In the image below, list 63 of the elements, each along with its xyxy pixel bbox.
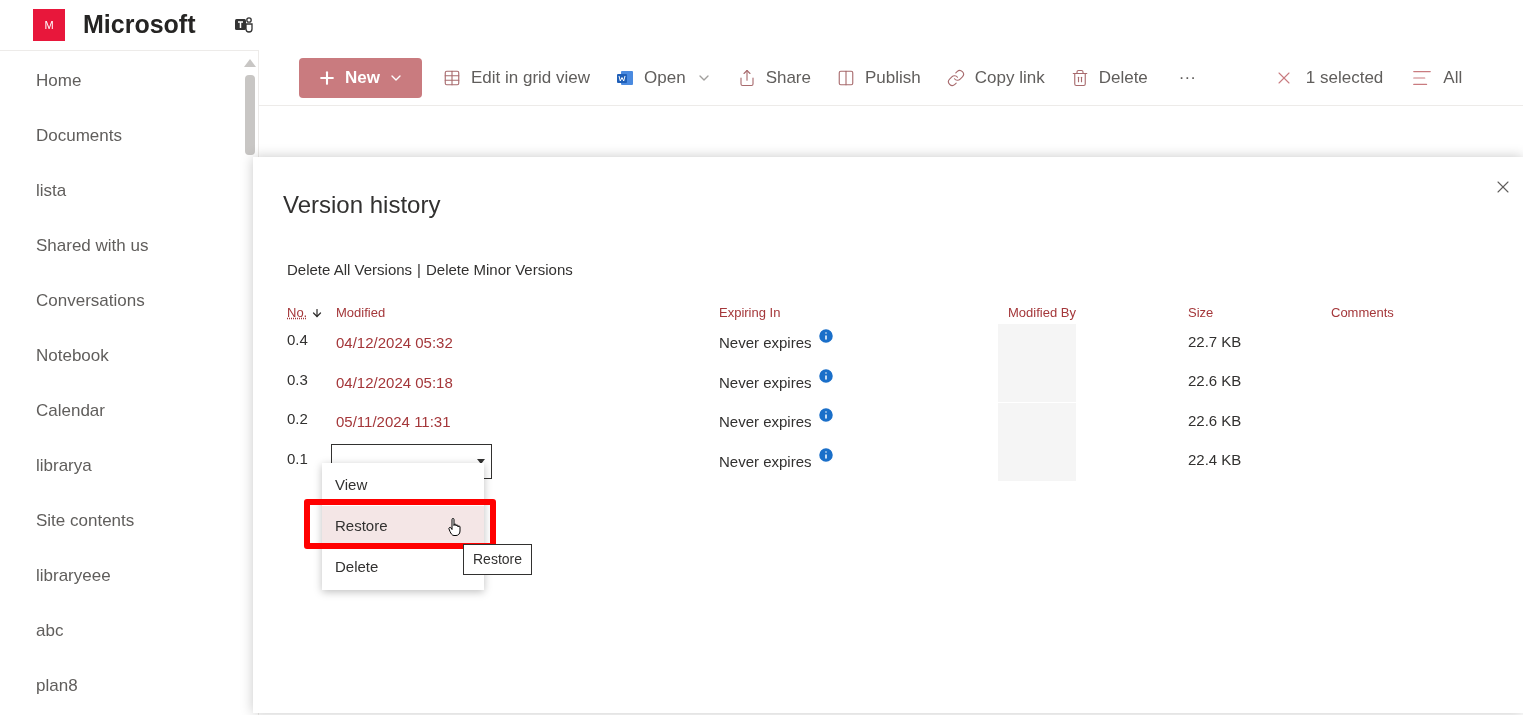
trash-icon bbox=[1070, 68, 1089, 87]
publish-button[interactable]: Publish bbox=[824, 57, 934, 98]
separator: | bbox=[417, 260, 421, 280]
grid-button[interactable]: Edit in grid view bbox=[429, 57, 604, 98]
sort-arrow-icon bbox=[311, 306, 324, 319]
version-date-link[interactable]: 04/12/2024 05:32 bbox=[336, 334, 453, 351]
nav-link[interactable]: abc bbox=[0, 603, 242, 658]
expiry-text: Never expires bbox=[719, 412, 812, 432]
clear-selection-button[interactable]: 1 selected bbox=[1273, 64, 1384, 91]
column-header[interactable]: Comments bbox=[1331, 302, 1523, 323]
teams-icon[interactable] bbox=[233, 15, 254, 35]
grid-icon bbox=[442, 68, 461, 87]
info-icon[interactable] bbox=[816, 445, 835, 464]
version-date-link[interactable]: 05/11/2024 11:31 bbox=[336, 413, 451, 430]
nav-link[interactable]: Notebook bbox=[0, 328, 242, 383]
more-button[interactable]: ··· bbox=[1160, 64, 1214, 91]
book-icon bbox=[837, 68, 855, 87]
dialog-title: Version history bbox=[283, 190, 441, 220]
tooltip: Restore bbox=[463, 544, 533, 575]
nav-link[interactable]: libraryeee bbox=[0, 548, 242, 603]
size-text: 22.6 KB bbox=[1188, 410, 1243, 431]
version-number: 0.3 bbox=[287, 369, 309, 390]
info-icon[interactable] bbox=[816, 327, 835, 345]
nav-link[interactable]: Conversations bbox=[0, 273, 242, 328]
column-header[interactable]: Expiring In bbox=[719, 302, 1008, 323]
open-button[interactable]: Open bbox=[603, 57, 725, 98]
version-number: 0.4 bbox=[287, 330, 309, 350]
share-icon bbox=[737, 68, 756, 87]
column-header[interactable]: Modified bbox=[336, 302, 719, 323]
link-icon bbox=[946, 68, 965, 87]
nav-link[interactable]: Calendar bbox=[0, 383, 242, 438]
info-icon[interactable] bbox=[816, 406, 835, 424]
nav-link[interactable]: Shared with us bbox=[0, 218, 242, 273]
delete-minor-versions-link[interactable]: Delete Minor Versions bbox=[426, 259, 573, 282]
nav-link[interactable]: lista bbox=[0, 163, 242, 218]
nav-link[interactable]: plan8 bbox=[0, 658, 242, 713]
column-header[interactable]: No. bbox=[287, 302, 308, 323]
expiry-text: Never expires bbox=[719, 451, 812, 472]
view-button[interactable]: All bbox=[1411, 64, 1463, 91]
scrollbar-thumb[interactable] bbox=[245, 75, 255, 155]
delete-all-versions-link[interactable]: Delete All Versions bbox=[287, 259, 413, 282]
word-icon bbox=[616, 68, 635, 87]
nav-link[interactable]: Site contents bbox=[0, 493, 242, 548]
size-text: 22.6 KB bbox=[1188, 371, 1243, 391]
info-icon[interactable] bbox=[816, 366, 835, 385]
hand-cursor-icon bbox=[448, 518, 462, 536]
share-button[interactable]: Share bbox=[724, 57, 824, 98]
site-logo[interactable]: M bbox=[33, 9, 65, 41]
expiry-text: Never expires bbox=[719, 333, 812, 353]
version-number: 0.1 bbox=[287, 448, 309, 469]
column-header[interactable]: Size bbox=[1188, 302, 1331, 323]
expiry-text: Never expires bbox=[719, 372, 812, 393]
size-text: 22.7 KB bbox=[1188, 331, 1243, 352]
delete-button[interactable]: Delete bbox=[1057, 57, 1161, 98]
link-button[interactable]: Copy link bbox=[933, 57, 1058, 98]
nav-link[interactable]: Home bbox=[0, 53, 242, 108]
version-number: 0.2 bbox=[287, 409, 309, 429]
nav-link[interactable]: Documents bbox=[0, 108, 242, 163]
column-header[interactable]: Modified By bbox=[1008, 302, 1188, 323]
nav-link[interactable]: librarya bbox=[0, 438, 242, 493]
site-name[interactable]: Microsoft bbox=[83, 6, 196, 44]
version-date-link[interactable]: 04/12/2024 05:18 bbox=[336, 373, 453, 391]
size-text: 22.4 KB bbox=[1188, 450, 1243, 470]
